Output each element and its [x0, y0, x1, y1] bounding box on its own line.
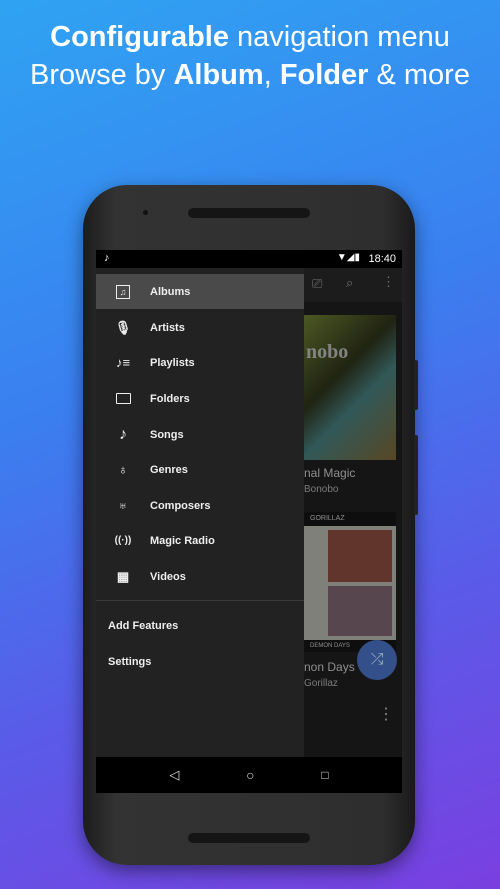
- album-icon: ♫: [96, 284, 150, 299]
- drawer-item-label: Composers: [150, 499, 211, 512]
- album-artist: Gorillaz: [304, 678, 338, 689]
- drawer-item-label: Videos: [150, 570, 186, 583]
- music-note-icon: ♪: [104, 252, 110, 264]
- bottom-speaker: [188, 833, 310, 843]
- settings-link[interactable]: Settings: [108, 656, 151, 668]
- recents-icon[interactable]: □: [321, 768, 328, 782]
- add-features-link[interactable]: Add Features: [108, 620, 178, 632]
- drawer-item-label: Playlists: [150, 356, 195, 369]
- front-camera: [143, 210, 148, 215]
- radio-icon: ((·)): [114, 535, 132, 546]
- album-grid-scrim[interactable]: ⎚ ⌕ ⋮ nobo nal Magic Bonobo GORILLAZ DEM…: [304, 268, 402, 757]
- drawer-item-label: Songs: [150, 428, 184, 441]
- drawer-item-artists[interactable]: 🎙︎ Artists: [96, 310, 304, 345]
- cover-art: [328, 530, 392, 582]
- system-nav-bar: ◁ ○ □: [96, 757, 402, 793]
- power-button: [414, 360, 418, 410]
- headline2-folder: Folder: [279, 59, 369, 91]
- top-speaker: [188, 208, 310, 218]
- drawer-item-magic-radio[interactable]: ((·)) Magic Radio: [96, 523, 304, 558]
- drawer-item-label: Magic Radio: [150, 534, 215, 547]
- drawer-item-folders[interactable]: Folders: [96, 381, 304, 416]
- album-artist: Bonobo: [304, 484, 339, 495]
- drawer-item-label: Artists: [150, 321, 185, 334]
- folder-icon: [96, 393, 150, 404]
- phone-frame: ♪ ▼◢▮ 18:40 ⎚ ⌕ ⋮ nobo nal Magic Bonobo …: [83, 185, 418, 865]
- navigation-drawer: ♫ Albums 🎙︎ Artists ♪≡ Playlists Folders ♪ S…: [96, 268, 304, 757]
- album-cover[interactable]: nobo: [304, 315, 396, 460]
- cover-top-text: GORILLAZ: [304, 512, 396, 526]
- headline2-post: & more: [368, 59, 470, 91]
- cast-icon[interactable]: ⎚: [312, 276, 322, 292]
- drawer-item-composers[interactable]: ♅ Composers: [96, 488, 304, 523]
- drawer-item-label: Genres: [150, 463, 188, 476]
- more-icon[interactable]: ⋮: [378, 704, 394, 724]
- drawer-item-songs[interactable]: ♪ Songs: [96, 417, 304, 452]
- drawer-item-label: Albums: [150, 285, 191, 298]
- cover-art: [328, 586, 392, 636]
- album-cover[interactable]: GORILLAZ DEMON DAYS: [304, 512, 396, 652]
- cover-text: nobo: [306, 341, 349, 363]
- headline2-sep: ,: [263, 59, 280, 91]
- toolbar: ⎚ ⌕ ⋮: [304, 268, 402, 302]
- screen: ♪ ▼◢▮ 18:40 ⎚ ⌕ ⋮ nobo nal Magic Bonobo …: [96, 250, 402, 793]
- drawer-item-albums[interactable]: ♫ Albums: [96, 274, 304, 309]
- back-icon[interactable]: ◁: [169, 767, 179, 783]
- album-title: nal Magic: [304, 466, 356, 480]
- drawer-item-videos[interactable]: ▦ Videos: [96, 559, 304, 594]
- headline: Configurable navigation menu Browse by A…: [0, 18, 500, 94]
- shuffle-icon: ⤮: [370, 651, 384, 668]
- drawer-item-playlists[interactable]: ♪≡ Playlists: [96, 345, 304, 380]
- drawer-item-genres[interactable]: ♁ Genres: [96, 452, 304, 487]
- lyre-icon: ♅: [118, 498, 128, 513]
- trumpet-icon: ♁: [118, 462, 128, 477]
- home-icon[interactable]: ○: [246, 767, 254, 783]
- album-title: non Days: [304, 660, 355, 674]
- headline-bold: Configurable: [50, 21, 229, 53]
- status-bar: ♪ ▼◢▮ 18:40: [96, 250, 402, 268]
- playlist-icon: ♪≡: [115, 355, 131, 370]
- volume-button: [414, 435, 418, 515]
- more-icon[interactable]: ⋮: [382, 274, 395, 290]
- film-icon: ▦: [116, 568, 130, 584]
- headline2-album: Album: [173, 59, 264, 91]
- divider: [96, 600, 304, 601]
- search-icon[interactable]: ⌕: [346, 275, 353, 291]
- music-note-icon: ♪: [119, 425, 127, 443]
- microphone-icon: 🎙︎: [114, 319, 132, 335]
- shuffle-fab[interactable]: ⤮: [357, 640, 397, 680]
- wifi-signal-battery-icon: ▼◢▮: [336, 252, 360, 263]
- status-time: 18:40: [368, 253, 396, 265]
- headline2-pre: Browse by: [30, 59, 174, 91]
- headline-rest: navigation menu: [228, 21, 450, 53]
- drawer-item-label: Folders: [150, 392, 190, 405]
